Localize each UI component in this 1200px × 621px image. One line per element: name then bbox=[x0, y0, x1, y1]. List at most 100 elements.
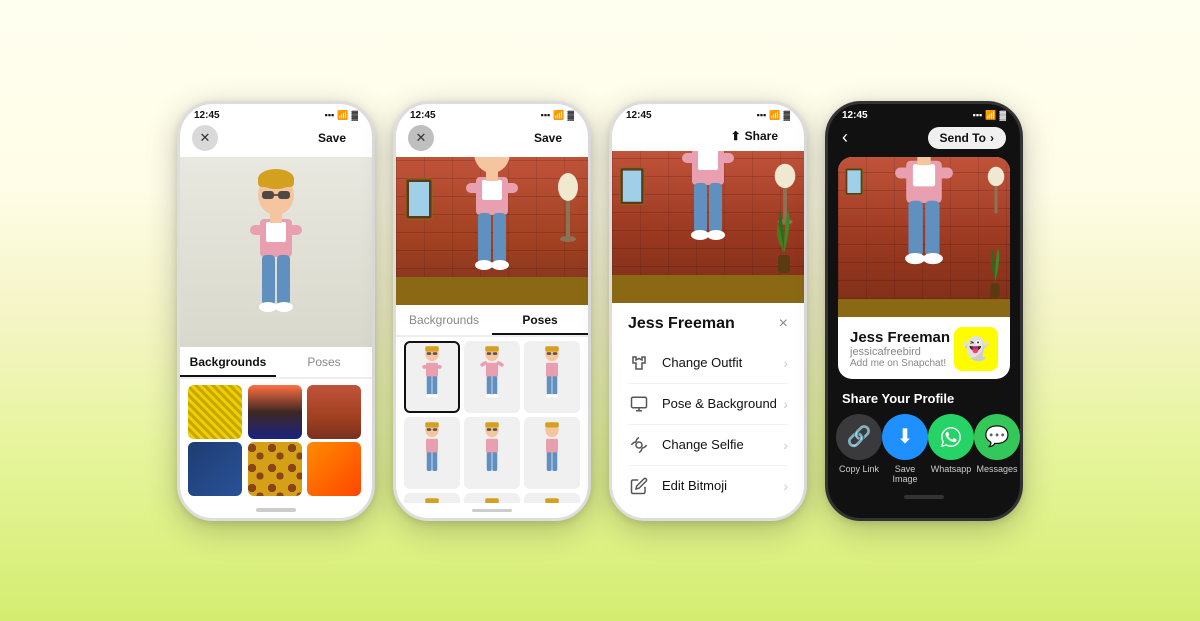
tab-backgrounds-2[interactable]: Backgrounds bbox=[396, 305, 492, 335]
tab-poses-2[interactable]: Poses bbox=[492, 305, 588, 335]
scroll-indicator-1 bbox=[256, 508, 296, 511]
selfie-label: Change Selfie bbox=[662, 437, 783, 452]
edit-svg-icon bbox=[630, 477, 648, 495]
pose-thumb-9[interactable] bbox=[524, 493, 580, 503]
phone3-toolbar: ⬆ Share bbox=[612, 123, 804, 151]
status-bar-1: 12:45 ▪▪▪ 📶 ▓ bbox=[180, 104, 372, 123]
share-label: Share bbox=[745, 129, 778, 143]
selfie-icon bbox=[628, 434, 650, 456]
bitmoji-figure-1 bbox=[236, 167, 316, 347]
tab-poses-1[interactable]: Poses bbox=[276, 347, 372, 377]
close-icon-2: ✕ bbox=[416, 130, 427, 146]
pose-thumb-1[interactable] bbox=[404, 341, 460, 413]
bg-thumb-blue[interactable] bbox=[188, 442, 242, 496]
close-button-2[interactable]: ✕ bbox=[408, 125, 434, 151]
time-4: 12:45 bbox=[842, 110, 868, 121]
battery-icon-3: ▓ bbox=[783, 110, 790, 120]
whatsapp-label: Whatsapp bbox=[931, 464, 972, 475]
share-button-3[interactable]: ⬆ Share bbox=[717, 125, 792, 147]
close-icon-1: ✕ bbox=[200, 130, 211, 146]
menu-item-edit-bitmoji[interactable]: Edit Bitmoji › bbox=[628, 466, 788, 506]
edit-chevron: › bbox=[783, 478, 788, 494]
outfit-chevron: › bbox=[783, 355, 788, 371]
bottom-sheet: Jess Freeman × Change Outfit › bbox=[612, 303, 804, 518]
instagram-label: Instagram Stories bbox=[1020, 464, 1023, 486]
backgrounds-grid bbox=[180, 379, 372, 502]
signal-icons-4: ▪▪▪ 📶 ▓ bbox=[973, 110, 1006, 121]
pose-figure-4 bbox=[417, 419, 447, 487]
phone-2: 12:45 ▪▪▪ 📶 ▓ ✕ Save bbox=[393, 101, 591, 521]
instagram-icon bbox=[1020, 414, 1023, 460]
battery-icon-4: ▓ bbox=[999, 110, 1006, 120]
pose-svg-icon bbox=[630, 395, 648, 413]
sheet-close-button[interactable]: × bbox=[779, 315, 788, 333]
time-3: 12:45 bbox=[626, 110, 652, 121]
outfit-icon bbox=[628, 352, 650, 374]
pose-thumb-7[interactable] bbox=[404, 493, 460, 503]
pose-thumb-2[interactable] bbox=[464, 341, 520, 413]
bg-thumb-leopard[interactable] bbox=[248, 442, 302, 496]
pose-figure-1 bbox=[417, 343, 447, 411]
signal-icon-3: ▪▪▪ bbox=[757, 110, 767, 120]
menu-item-change-outfit[interactable]: Change Outfit › bbox=[628, 343, 788, 384]
menu-item-pose-background[interactable]: Pose & Background › bbox=[628, 384, 788, 425]
tab-backgrounds-1[interactable]: Backgrounds bbox=[180, 347, 276, 377]
pose-thumb-4[interactable] bbox=[404, 417, 460, 489]
back-button-4[interactable]: ‹ bbox=[842, 127, 848, 148]
signal-icons-2: ▪▪▪ 📶 ▓ bbox=[541, 110, 574, 121]
pose-figure-8 bbox=[477, 495, 507, 503]
card-floor bbox=[838, 299, 1010, 317]
close-button-1[interactable]: ✕ bbox=[192, 125, 218, 151]
pose-figure-3 bbox=[537, 343, 567, 411]
copy-link-label: Copy Link bbox=[839, 464, 879, 475]
pose-thumb-8[interactable] bbox=[464, 493, 520, 503]
share-item-whatsapp[interactable]: Whatsapp bbox=[928, 414, 974, 486]
wifi-icon: 📶 bbox=[337, 110, 348, 121]
share-item-messages[interactable]: 💬 Messages bbox=[974, 414, 1020, 486]
send-to-label: Send To bbox=[940, 131, 986, 145]
battery-icon: ▓ bbox=[351, 110, 358, 120]
status-bar-4: 12:45 ▪▪▪ 📶 ▓ bbox=[828, 104, 1020, 123]
phone1-toolbar: ✕ Save bbox=[180, 123, 372, 157]
phone4-toolbar: ‹ Send To › bbox=[828, 123, 1020, 153]
card-username: jessicafreebird bbox=[850, 346, 950, 358]
share-section-title: Share Your Profile bbox=[828, 387, 1020, 414]
save-button-2[interactable]: Save bbox=[520, 127, 576, 149]
status-bar-3: 12:45 ▪▪▪ 📶 ▓ bbox=[612, 104, 804, 123]
edit-icon bbox=[628, 475, 650, 497]
pose-thumb-6[interactable] bbox=[524, 417, 580, 489]
pose-thumb-3[interactable] bbox=[524, 341, 580, 413]
save-button-1[interactable]: Save bbox=[304, 127, 360, 149]
sheet-header: Jess Freeman × bbox=[628, 315, 788, 333]
status-bar-2: 12:45 ▪▪▪ 📶 ▓ bbox=[396, 104, 588, 123]
bg-thumb-pier[interactable] bbox=[248, 385, 302, 439]
share-item-save-image[interactable]: ⬇ Save Image bbox=[882, 414, 928, 486]
scroll-indicator-4 bbox=[904, 495, 944, 499]
bg-thumb-orange[interactable] bbox=[307, 442, 361, 496]
wifi-icon-3: 📶 bbox=[769, 110, 780, 121]
send-to-arrow: › bbox=[990, 131, 994, 145]
tabs-row-1: Backgrounds Poses bbox=[180, 347, 372, 379]
share-item-copy-link[interactable]: 🔗 Copy Link bbox=[836, 414, 882, 486]
send-to-button[interactable]: Send To › bbox=[928, 127, 1006, 149]
bitmoji-background-brick-2 bbox=[396, 157, 588, 305]
wifi-icon-2: 📶 bbox=[553, 110, 564, 121]
snake-plant bbox=[770, 205, 798, 275]
messages-label: Messages bbox=[976, 464, 1017, 475]
bg-thumb-gold[interactable] bbox=[188, 385, 242, 439]
battery-icon-2: ▓ bbox=[567, 110, 574, 120]
menu-item-change-selfie[interactable]: Change Selfie › bbox=[628, 425, 788, 466]
pose-thumb-5[interactable] bbox=[464, 417, 520, 489]
signal-icon-4: ▪▪▪ bbox=[973, 110, 983, 120]
bitmoji-background-plain bbox=[180, 157, 372, 348]
selfie-chevron: › bbox=[783, 437, 788, 453]
bg-thumb-brick[interactable] bbox=[307, 385, 361, 439]
bitmoji-figure-2 bbox=[452, 157, 532, 305]
time-2: 12:45 bbox=[410, 110, 436, 121]
whatsapp-icon bbox=[928, 414, 974, 460]
share-item-instagram[interactable]: Instagram Stories bbox=[1020, 414, 1023, 486]
floor-strip-3 bbox=[612, 275, 804, 303]
whatsapp-svg bbox=[940, 426, 962, 448]
poses-grid bbox=[396, 337, 588, 503]
sheet-title: Jess Freeman bbox=[628, 315, 735, 333]
